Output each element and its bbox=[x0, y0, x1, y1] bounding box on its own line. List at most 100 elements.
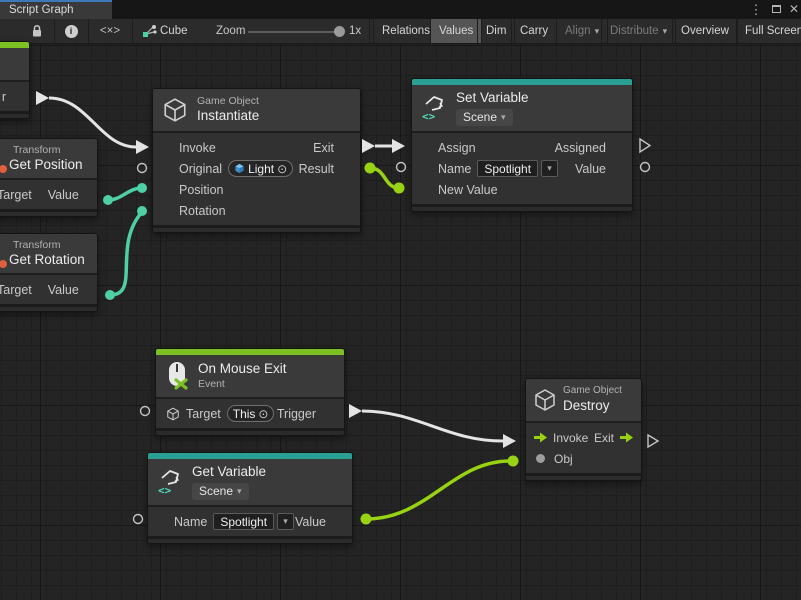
node-instantiate[interactable]: Game Object Instantiate Invoke Exit Orig… bbox=[152, 88, 361, 233]
node-title: Destroy bbox=[563, 398, 622, 415]
variable-kind-dropdown[interactable]: Scene ▾ bbox=[192, 483, 249, 500]
toolbar-separator bbox=[132, 19, 133, 43]
game-object-cube-icon bbox=[162, 97, 188, 123]
node-footer bbox=[412, 204, 632, 211]
zoom-label: Zoom bbox=[216, 19, 245, 43]
node-set-variable[interactable]: <> Set Variable Scene ▾ Assign Assigned … bbox=[411, 78, 633, 212]
node-on-mouse-exit[interactable]: On Mouse Exit Event Target This ⊙ Trigge… bbox=[155, 348, 345, 436]
node-footer bbox=[148, 536, 352, 543]
node-title: Get Rotation bbox=[9, 252, 85, 269]
graph-toolbar: i <×> Cube Zoom 1x Relations Values Dim … bbox=[0, 19, 801, 44]
node-footer bbox=[0, 209, 97, 216]
node-title: Set Variable bbox=[456, 90, 529, 107]
object-picker-icon[interactable]: ⊙ bbox=[277, 162, 287, 176]
dim-button[interactable]: Dim bbox=[477, 19, 515, 43]
chevron-down-icon: ▾ bbox=[547, 163, 552, 174]
node-footer bbox=[526, 473, 641, 480]
svg-text:<>: <> bbox=[422, 110, 436, 122]
original-port-label: Original bbox=[179, 162, 222, 176]
title-bar: Script Graph ⋮ ✕ bbox=[0, 0, 801, 19]
node-category: Game Object bbox=[197, 95, 259, 108]
overview-button[interactable]: Overview bbox=[672, 19, 738, 43]
node-get-rotation[interactable]: Transform Get Rotation Target Value bbox=[0, 233, 98, 312]
lock-icon-button[interactable] bbox=[24, 19, 50, 43]
original-object-value: Light bbox=[248, 162, 274, 176]
invoke-port-label: Invoke bbox=[179, 141, 216, 155]
info-icon: i bbox=[65, 25, 78, 38]
graph-breadcrumb[interactable]: Cube bbox=[160, 19, 188, 43]
chevron-down-icon: ▾ bbox=[595, 26, 600, 37]
node-header bbox=[0, 48, 29, 82]
lock-icon bbox=[31, 24, 43, 38]
target-port-label: Target bbox=[186, 407, 221, 421]
rotation-port-label: Rotation bbox=[179, 204, 226, 218]
variable-icon: <> bbox=[421, 94, 447, 122]
trigger-port-label: Trigger bbox=[277, 407, 334, 421]
node-destroy[interactable]: Game Object Destroy Invoke Exit Obj bbox=[525, 378, 642, 481]
position-port-label: Position bbox=[179, 183, 223, 197]
game-object-cube-icon bbox=[166, 407, 180, 421]
tab-script-graph[interactable]: Script Graph bbox=[0, 0, 112, 19]
assigned-port-label: Assigned bbox=[555, 141, 606, 155]
value-dot-icon bbox=[536, 454, 545, 463]
value-port-label: Value bbox=[48, 188, 79, 202]
distribute-button: Distribute▾ bbox=[601, 19, 676, 43]
node-title: Get Variable bbox=[192, 464, 266, 481]
transform-icon bbox=[0, 165, 7, 173]
zoom-value: 1x bbox=[349, 19, 361, 43]
node-get-position[interactable]: Transform Get Position Target Value bbox=[0, 138, 98, 217]
node-subtitle: Event bbox=[198, 378, 287, 391]
name-port-label: Name bbox=[438, 162, 471, 176]
maximize-icon[interactable] bbox=[768, 0, 784, 19]
chevron-down-icon: ▾ bbox=[237, 486, 242, 497]
flow-arrow-icon bbox=[619, 432, 634, 443]
node-footer bbox=[0, 304, 97, 311]
value-port-label: Value bbox=[575, 162, 606, 176]
node-category: Game Object bbox=[563, 385, 622, 398]
exit-port-label: Exit bbox=[594, 431, 614, 445]
values-button[interactable]: Values bbox=[430, 19, 482, 43]
variable-name-field[interactable]: Spotlight bbox=[477, 160, 538, 177]
prefab-cube-icon bbox=[234, 163, 245, 174]
node-category: Transform bbox=[9, 144, 83, 157]
variable-name-field[interactable]: Spotlight bbox=[213, 513, 274, 530]
graph-canvas[interactable] bbox=[0, 44, 801, 600]
exit-port-label: Exit bbox=[313, 141, 334, 155]
mouse-exit-icon bbox=[165, 362, 189, 390]
name-port-label: Name bbox=[174, 515, 207, 529]
target-port-label: Target bbox=[0, 188, 32, 202]
target-object-field[interactable]: This ⊙ bbox=[227, 405, 275, 422]
chevron-down-icon: ▾ bbox=[501, 112, 506, 123]
node-title: On Mouse Exit bbox=[198, 361, 287, 378]
game-object-cube-icon bbox=[533, 388, 557, 412]
value-port-label: Value bbox=[48, 283, 79, 297]
svg-text:<>: <> bbox=[158, 484, 172, 496]
node-title: Instantiate bbox=[197, 108, 259, 125]
variable-name-dropdown[interactable]: ▾ bbox=[277, 513, 294, 530]
new-value-port-label: New Value bbox=[438, 183, 498, 197]
target-port-label: Target bbox=[0, 283, 32, 297]
full-screen-button[interactable]: Full Screen bbox=[736, 19, 801, 43]
variable-icon: <> bbox=[157, 468, 183, 496]
node-get-variable[interactable]: <> Get Variable Scene ▾ Name Spotlight ▾… bbox=[147, 452, 353, 544]
window-menu-icon[interactable]: ⋮ bbox=[748, 0, 764, 19]
node-footer bbox=[153, 225, 360, 232]
zoom-slider-track[interactable] bbox=[248, 31, 340, 33]
zoom-slider-handle[interactable] bbox=[334, 26, 345, 37]
original-object-field[interactable]: Light ⊙ bbox=[228, 160, 293, 177]
info-button[interactable]: i bbox=[58, 19, 84, 43]
object-picker-icon[interactable]: ⊙ bbox=[258, 407, 268, 421]
carry-button[interactable]: Carry bbox=[511, 19, 557, 43]
trigger-row: r bbox=[0, 86, 29, 107]
variable-name-dropdown[interactable]: ▾ bbox=[541, 160, 558, 177]
node-clipped-event[interactable]: r bbox=[0, 41, 30, 119]
chevron-down-icon: ▾ bbox=[283, 516, 288, 527]
node-category: Transform bbox=[9, 239, 85, 252]
obj-port-label: Obj bbox=[554, 452, 573, 466]
code-preview-button[interactable]: <×> bbox=[92, 19, 128, 43]
variable-kind-dropdown[interactable]: Scene ▾ bbox=[456, 109, 513, 126]
value-port-label: Value bbox=[295, 515, 326, 529]
flow-arrow-icon bbox=[533, 432, 548, 443]
close-icon[interactable]: ✕ bbox=[786, 0, 801, 19]
transform-icon bbox=[0, 260, 7, 268]
